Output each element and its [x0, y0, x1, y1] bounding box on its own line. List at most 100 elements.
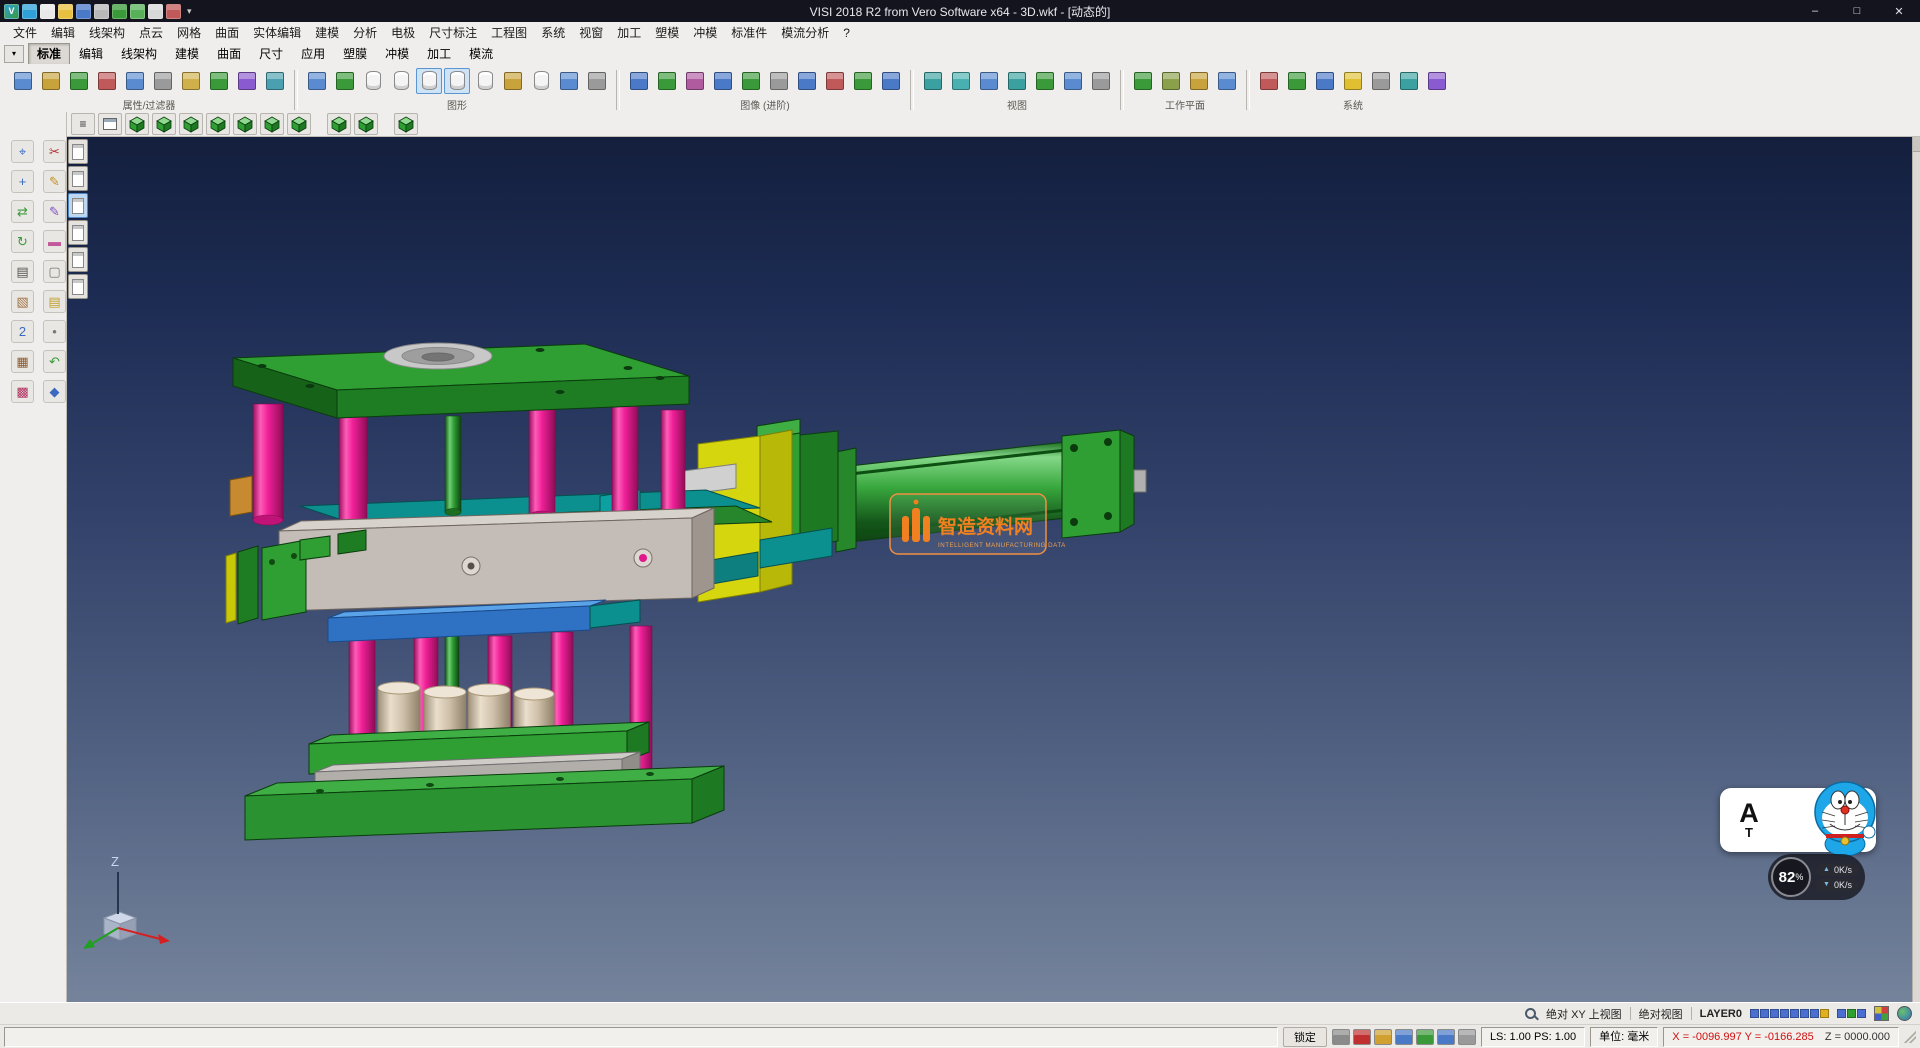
toolbar-icon[interactable] — [654, 68, 680, 94]
menu-item[interactable]: 视窗 — [572, 22, 610, 43]
view-cube-icon[interactable] — [206, 113, 230, 135]
toolbar-icon[interactable] — [1032, 68, 1058, 94]
qat-icon[interactable] — [112, 4, 127, 19]
toolbar-icon[interactable] — [234, 68, 260, 94]
toolbar-icon[interactable] — [206, 68, 232, 94]
model-top-plate[interactable] — [233, 343, 689, 418]
toolbar-icon[interactable] — [332, 68, 358, 94]
ribbon-tab[interactable]: 塑膜 — [334, 43, 376, 65]
toolbar-icon[interactable] — [304, 68, 330, 94]
toolbar-icon[interactable] — [682, 68, 708, 94]
status-icon[interactable] — [1458, 1029, 1476, 1045]
qat-icon[interactable] — [22, 4, 37, 19]
status-icon[interactable] — [1332, 1029, 1350, 1045]
toolbar-icon[interactable] — [1186, 68, 1212, 94]
toolbar-icon[interactable] — [1396, 68, 1422, 94]
toolbar-icon[interactable] — [1368, 68, 1394, 94]
toolbar-icon[interactable] — [710, 68, 736, 94]
toolbar-icon[interactable] — [948, 68, 974, 94]
toolbar-icon[interactable] — [444, 68, 470, 94]
sidebar-icon[interactable]: ▩ — [11, 380, 34, 403]
overlay-card[interactable]: A T — [1720, 788, 1876, 852]
model-die-block[interactable] — [279, 508, 714, 611]
qat-icon[interactable] — [148, 4, 163, 19]
menu-item[interactable]: 网格 — [170, 22, 208, 43]
menu-item[interactable]: 建模 — [308, 22, 346, 43]
toolbar-icon[interactable] — [122, 68, 148, 94]
clipboard-icon[interactable] — [68, 139, 88, 164]
toolbar-icon[interactable] — [584, 68, 610, 94]
toolbar-icon[interactable] — [528, 68, 554, 94]
toolbar-icon[interactable] — [1060, 68, 1086, 94]
qat-icon[interactable] — [76, 4, 91, 19]
sidebar-icon[interactable]: ▢ — [43, 260, 66, 283]
sidebar-icon[interactable]: ✎ — [43, 200, 66, 223]
menu-item[interactable]: 模流分析 — [774, 22, 836, 43]
menu-item[interactable]: 点云 — [132, 22, 170, 43]
ribbon-tab[interactable]: 建模 — [166, 43, 208, 65]
view-cube-icon[interactable] — [354, 113, 378, 135]
menu-item[interactable]: 编辑 — [44, 22, 82, 43]
qat-icon[interactable] — [130, 4, 145, 19]
toolbar-icon[interactable] — [1214, 68, 1240, 94]
qat-icon[interactable] — [94, 4, 109, 19]
qat-icon[interactable] — [40, 4, 55, 19]
toolbar-icon[interactable] — [794, 68, 820, 94]
clipboard-icon[interactable] — [68, 193, 88, 218]
percent-badge[interactable]: 82% — [1771, 857, 1811, 897]
ribbon-tab[interactable]: 曲面 — [208, 43, 250, 65]
menu-item[interactable]: 冲模 — [686, 22, 724, 43]
menu-item[interactable]: 实体编辑 — [246, 22, 308, 43]
toolbar-icon[interactable] — [920, 68, 946, 94]
sidebar-icon[interactable]: • — [43, 320, 66, 343]
toolbar-icon[interactable] — [1424, 68, 1450, 94]
toolbar-icon[interactable] — [738, 68, 764, 94]
layer-colors-a[interactable] — [1750, 1009, 1829, 1018]
clipboard-icon[interactable] — [68, 247, 88, 272]
toolbar-icon[interactable] — [1256, 68, 1282, 94]
search-icon[interactable] — [1524, 1007, 1538, 1021]
menu-item[interactable]: 工程图 — [484, 22, 534, 43]
ribbon-tab[interactable]: 模流 — [460, 43, 502, 65]
toolbar-icon[interactable] — [38, 68, 64, 94]
resize-grip[interactable] — [1904, 1031, 1916, 1043]
viewport-canvas[interactable]: Z 智造资料网 INTELLIGENT MANUFACTURING DATA — [67, 137, 1920, 1002]
toolbar-icon[interactable] — [66, 68, 92, 94]
snap-lock-button[interactable]: 锁定 — [1283, 1027, 1327, 1047]
toolbar-icon[interactable] — [976, 68, 1002, 94]
sidebar-icon[interactable]: ▧ — [11, 290, 34, 313]
view-cube-icon[interactable] — [394, 113, 418, 135]
view-window-icon[interactable] — [98, 113, 122, 135]
tab-dropdown-button[interactable]: ▾ — [4, 45, 24, 63]
toolbar-icon[interactable] — [1340, 68, 1366, 94]
clipboard-icon[interactable] — [68, 220, 88, 245]
toolbar-icon[interactable] — [500, 68, 526, 94]
sidebar-icon[interactable]: ✂ — [43, 140, 66, 163]
view-cube-icon[interactable] — [152, 113, 176, 135]
sidebar-icon[interactable]: ↶ — [43, 350, 66, 373]
toolbar-icon[interactable] — [766, 68, 792, 94]
toolbar-icon[interactable] — [178, 68, 204, 94]
toolbar-icon[interactable] — [626, 68, 652, 94]
clipboard-icon[interactable] — [68, 274, 88, 299]
view-cube-icon[interactable] — [287, 113, 311, 135]
view-cube-icon[interactable] — [179, 113, 203, 135]
layer-colors-b[interactable] — [1837, 1009, 1866, 1018]
ribbon-tab[interactable]: 冲模 — [376, 43, 418, 65]
menu-item[interactable]: 文件 — [6, 22, 44, 43]
sidebar-icon[interactable]: ↻ — [11, 230, 34, 253]
view-cube-icon[interactable] — [233, 113, 257, 135]
sidebar-icon[interactable]: ⇄ — [11, 200, 34, 223]
toolbar-icon[interactable] — [1284, 68, 1310, 94]
status-icon[interactable] — [1437, 1029, 1455, 1045]
sidebar-icon[interactable]: + — [11, 170, 34, 193]
menu-item[interactable]: ? — [836, 24, 857, 42]
sidebar-icon[interactable]: ✎ — [43, 170, 66, 193]
sidebar-icon[interactable]: ▤ — [11, 260, 34, 283]
menu-item[interactable]: 标准件 — [724, 22, 774, 43]
toolbar-icon[interactable] — [1004, 68, 1030, 94]
toolbar-icon[interactable] — [1158, 68, 1184, 94]
sidebar-icon[interactable]: ◆ — [43, 380, 66, 403]
qat-dropdown-icon[interactable]: ▾ — [187, 6, 192, 17]
ribbon-tab[interactable]: 编辑 — [70, 43, 112, 65]
